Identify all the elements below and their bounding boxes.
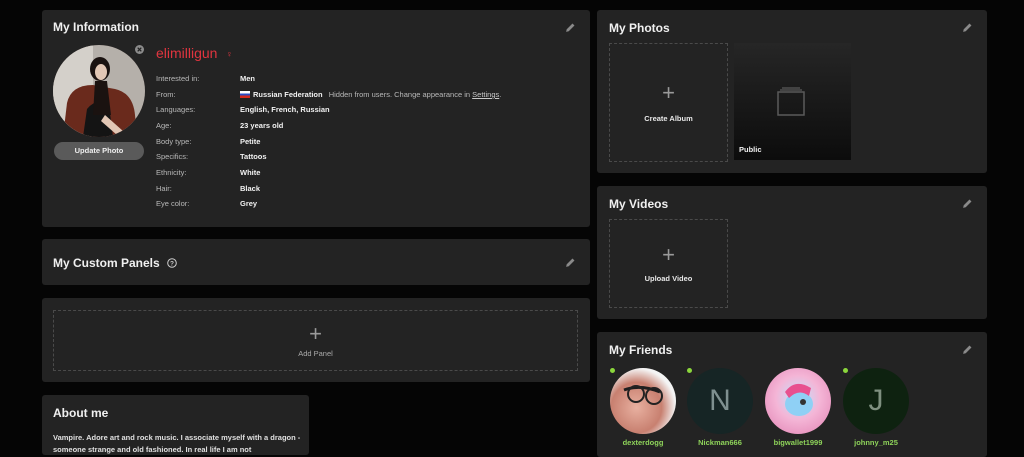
pencil-icon[interactable] — [962, 344, 973, 355]
friend-item[interactable]: dexterdogg — [607, 368, 679, 447]
pencil-icon[interactable] — [962, 198, 973, 209]
about-me-title: About me — [53, 406, 109, 420]
plus-icon: + — [309, 321, 322, 346]
pencil-icon[interactable] — [565, 22, 576, 33]
online-indicator — [687, 368, 692, 373]
create-album-label: Create Album — [644, 114, 693, 123]
eye-color-label: Eye color: — [156, 199, 190, 208]
public-label: Public — [739, 145, 762, 154]
friend-avatar[interactable]: N — [687, 368, 753, 434]
online-indicator — [610, 368, 615, 373]
settings-link[interactable]: Settings — [472, 90, 499, 99]
female-symbol-icon: ♀ — [226, 49, 233, 59]
specifics-value: Tattoos — [240, 152, 267, 161]
from-row: Russian Federation Hidden from users. Ch… — [240, 90, 501, 99]
friend-item[interactable]: bigwallet1999 — [762, 368, 834, 447]
about-me-panel: About me Vampire. Adore art and rock mus… — [42, 395, 309, 455]
remove-photo-icon[interactable] — [135, 45, 144, 54]
my-information-title: My Information — [53, 20, 139, 34]
hair-label: Hair: — [156, 184, 172, 193]
specifics-label: Specifics: — [156, 152, 189, 161]
friend-avatar[interactable] — [610, 368, 676, 434]
public-album[interactable]: Public — [734, 43, 851, 160]
russia-flag-icon — [240, 91, 250, 98]
add-panel-container: + Add Panel — [42, 298, 590, 382]
my-friends-title: My Friends — [609, 343, 673, 357]
my-videos-panel: My Videos + Upload Video — [597, 186, 987, 319]
from-label: From: — [156, 90, 176, 99]
friend-name[interactable]: johnny_m25 — [840, 438, 912, 447]
plus-icon: + — [662, 80, 675, 105]
pencil-icon[interactable] — [962, 22, 973, 33]
friend-avatar[interactable] — [765, 368, 831, 434]
my-information-panel: My Information Update Photo elimilligun … — [42, 10, 590, 227]
my-photos-panel: My Photos + Create Album Public — [597, 10, 987, 173]
add-panel-label: Add Panel — [298, 349, 333, 358]
custom-panels-header: My Custom Panels ? — [42, 239, 590, 285]
add-panel-button[interactable]: + Add Panel — [53, 310, 578, 371]
pencil-icon[interactable] — [565, 257, 576, 268]
username: elimilligun — [156, 45, 218, 61]
friend-item[interactable]: N Nickman666 — [684, 368, 756, 447]
avatar[interactable] — [53, 45, 145, 137]
friend-name[interactable]: dexterdogg — [607, 438, 679, 447]
age-label: Age: — [156, 121, 172, 130]
friend-avatar[interactable]: J — [843, 368, 909, 434]
body-type-label: Body type: — [156, 137, 192, 146]
body-type-value: Petite — [240, 137, 261, 146]
languages-value: English, French, Russian — [240, 105, 330, 114]
my-friends-panel: My Friends dexterdogg N Nickman666 bigwa… — [597, 332, 987, 457]
friend-name[interactable]: bigwallet1999 — [762, 438, 834, 447]
ethnicity-value: White — [240, 168, 261, 177]
my-videos-title: My Videos — [609, 197, 669, 211]
my-photos-title: My Photos — [609, 21, 670, 35]
from-value: Russian Federation — [253, 90, 323, 99]
create-album-button[interactable]: + Create Album — [609, 43, 728, 162]
online-indicator — [843, 368, 848, 373]
plus-icon: + — [662, 242, 675, 267]
friend-item[interactable]: J johnny_m25 — [840, 368, 912, 447]
ethnicity-label: Ethnicity: — [156, 168, 187, 177]
friend-name[interactable]: Nickman666 — [684, 438, 756, 447]
eye-color-value: Grey — [240, 199, 258, 208]
upload-video-button[interactable]: + Upload Video — [609, 219, 728, 308]
custom-panels-title: My Custom Panels — [53, 256, 160, 270]
svg-text:?: ? — [170, 260, 174, 267]
about-me-text: Vampire. Adore art and rock music. I ass… — [53, 433, 301, 454]
from-note: Hidden from users. Change appearance in — [328, 90, 471, 99]
update-photo-button[interactable]: Update Photo — [54, 142, 144, 160]
help-icon[interactable]: ? — [167, 258, 177, 268]
age-value: 23 years old — [240, 121, 284, 130]
from-note-end: . — [499, 90, 502, 99]
languages-label: Languages: — [156, 105, 196, 114]
album-icon — [777, 87, 805, 116]
interested-label: Interested in: — [156, 74, 200, 83]
interested-value: Men — [240, 74, 255, 83]
upload-video-label: Upload Video — [644, 274, 693, 283]
hair-value: Black — [240, 184, 261, 193]
